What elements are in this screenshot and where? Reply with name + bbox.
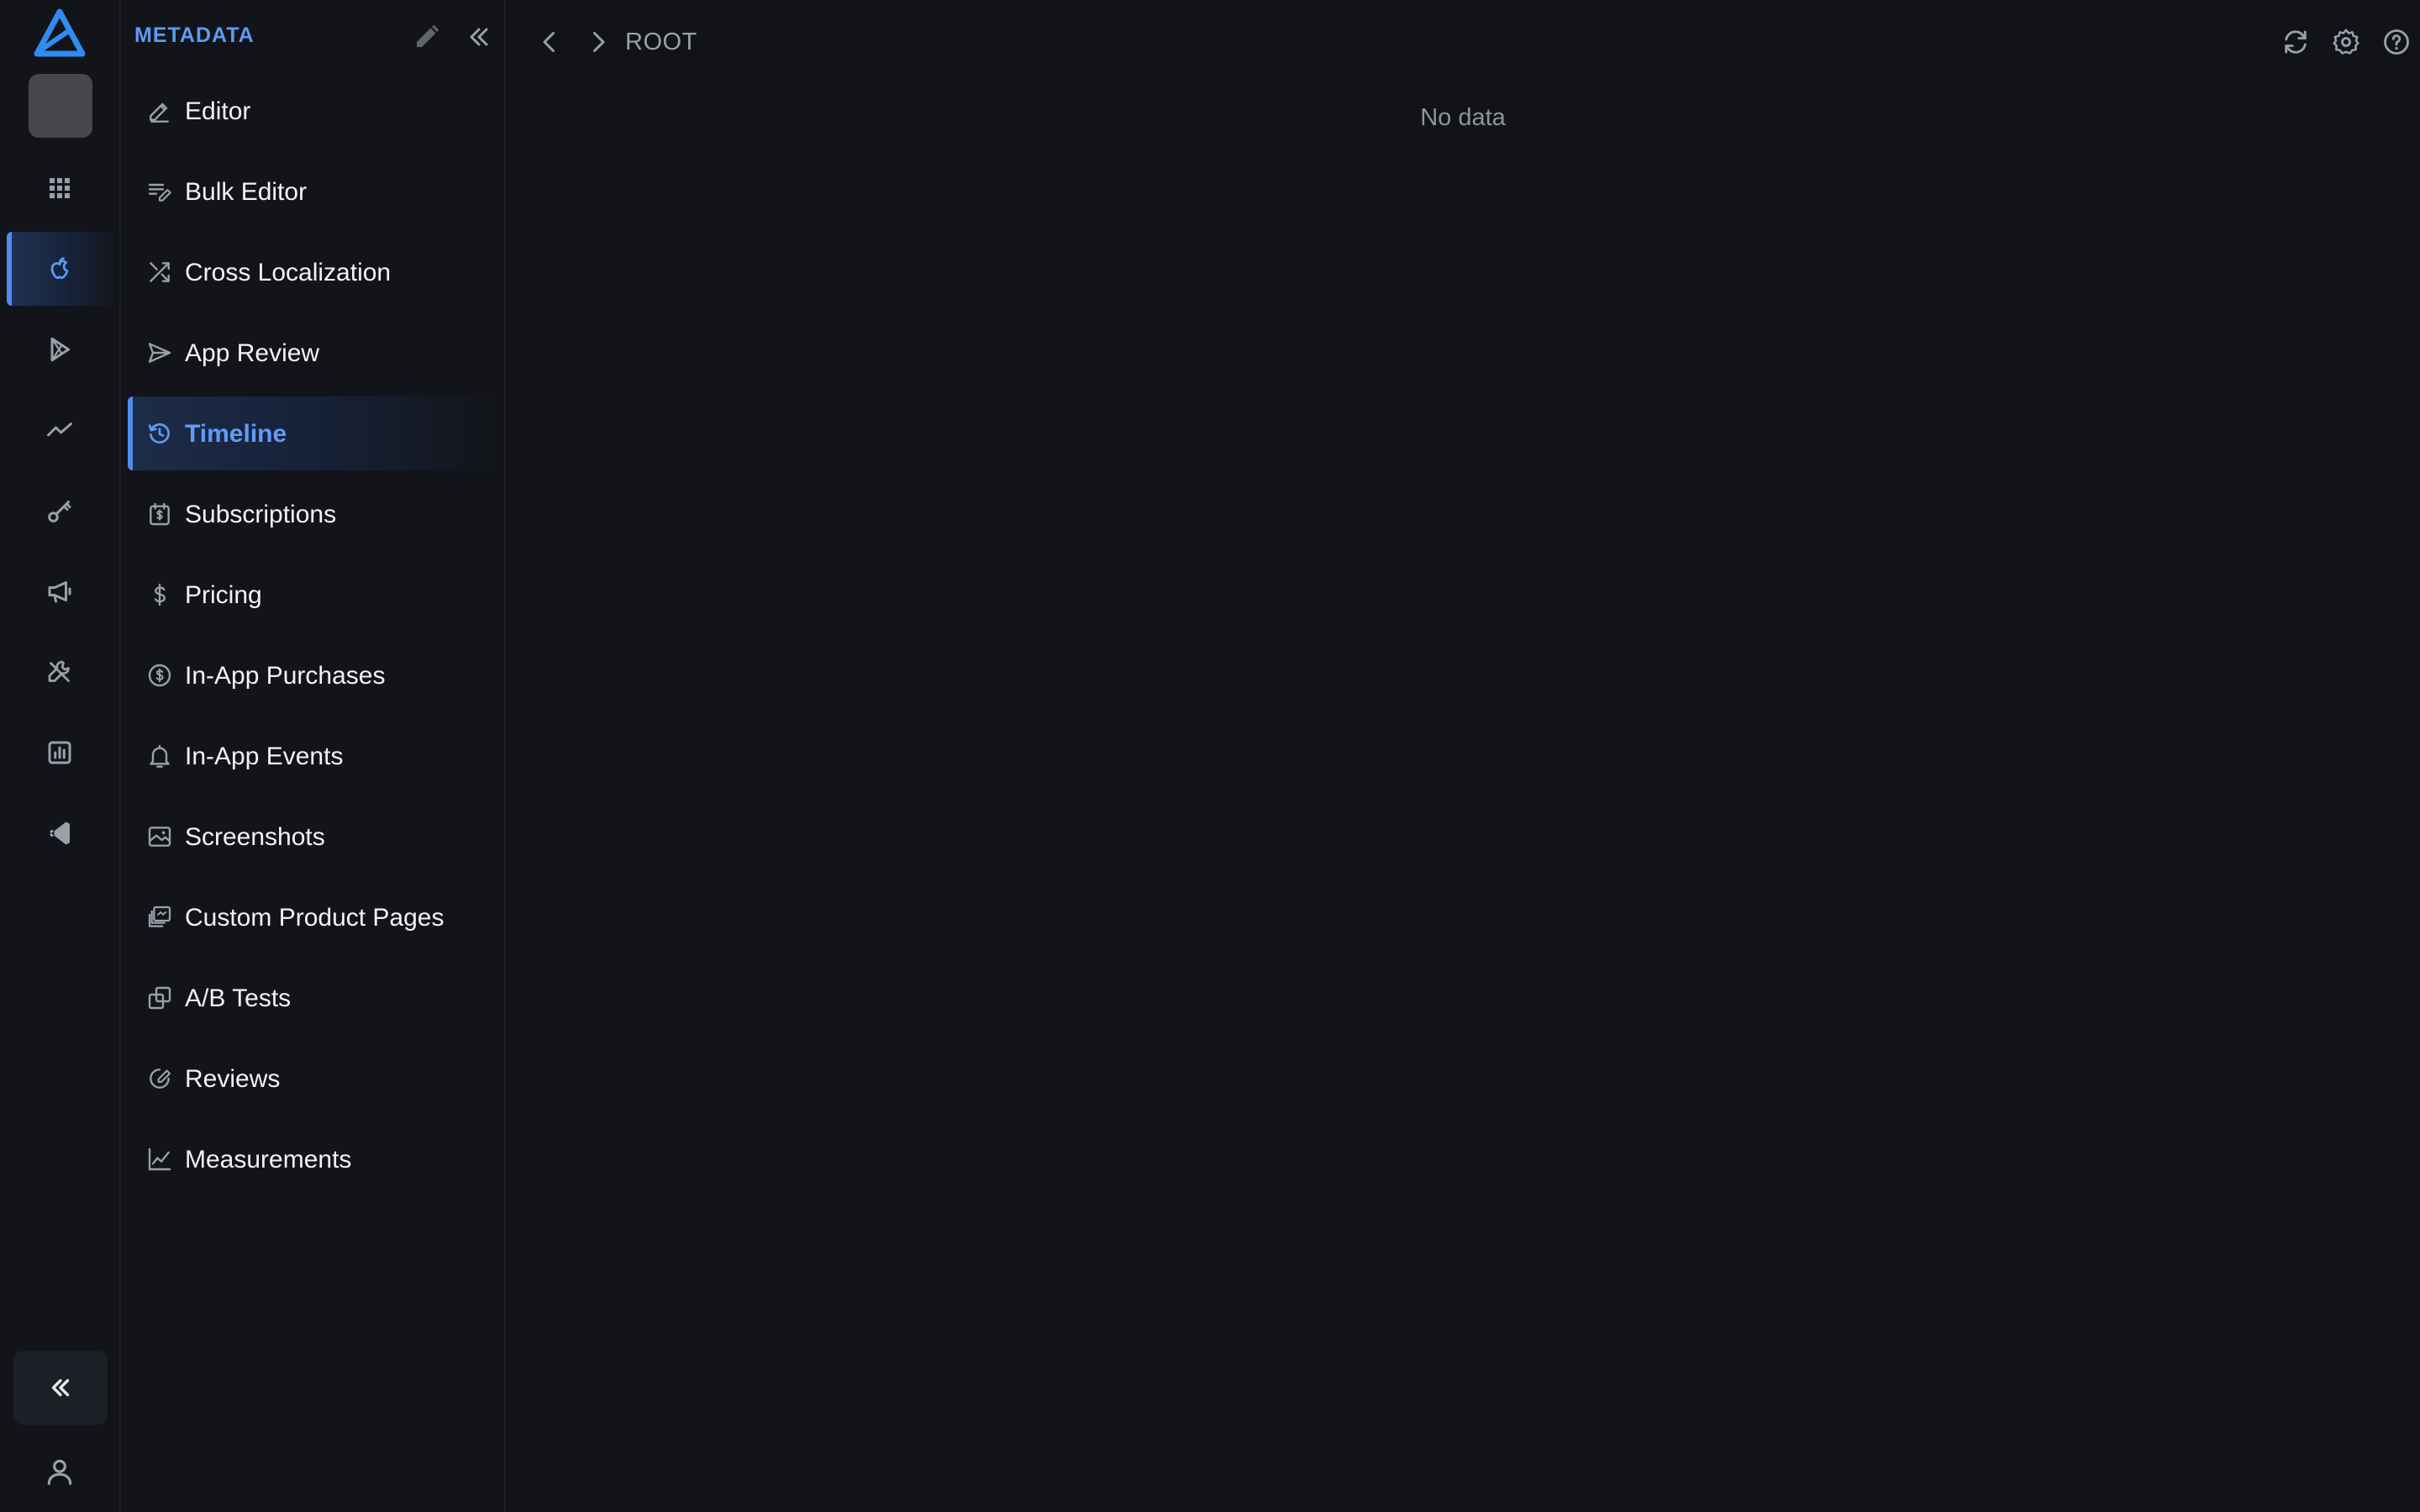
metadata-menu: Editor Bulk Editor Cross Localization Ap… bbox=[128, 74, 504, 1203]
app-rail bbox=[0, 0, 121, 1512]
send-icon bbox=[148, 343, 171, 363]
sidebar-item-label: Editor bbox=[185, 97, 251, 125]
sidebar-item-label: Screenshots bbox=[185, 823, 325, 851]
bell-icon bbox=[150, 744, 170, 768]
play-store-icon bbox=[50, 337, 70, 362]
sidebar-item-cross-localization[interactable]: Cross Localization bbox=[128, 235, 504, 309]
sidebar-item-label: Cross Localization bbox=[185, 259, 392, 286]
apps-grid-icon bbox=[50, 178, 70, 198]
sidebar-item-measurements[interactable]: Measurements bbox=[128, 1122, 504, 1196]
user-account-button[interactable] bbox=[0, 1435, 119, 1509]
chevron-left-icon bbox=[543, 32, 555, 52]
rail-play-store-button[interactable] bbox=[0, 312, 119, 386]
chevron-right-icon bbox=[593, 32, 605, 52]
sidebar-item-bulk-editor[interactable]: Bulk Editor bbox=[128, 155, 504, 228]
apple-icon bbox=[50, 257, 69, 280]
rail-keywords-button[interactable] bbox=[0, 474, 119, 548]
user-icon bbox=[47, 1459, 72, 1485]
help-icon bbox=[2384, 29, 2409, 55]
sidebar-item-label: Measurements bbox=[185, 1146, 352, 1173]
rail-collapse-button[interactable] bbox=[13, 1351, 108, 1425]
sidebar-title: METADATA bbox=[134, 24, 255, 47]
key-icon bbox=[48, 501, 71, 522]
sidebar-item-in-app-events[interactable]: In-App Events bbox=[128, 719, 504, 793]
sidebar-header: METADATA bbox=[121, 0, 504, 72]
refresh-button[interactable] bbox=[2281, 27, 2311, 57]
rail-tools-button[interactable] bbox=[0, 635, 119, 709]
bar-chart-icon bbox=[48, 741, 71, 764]
settings-button[interactable] bbox=[2331, 27, 2361, 57]
sidebar-item-label: Pricing bbox=[185, 581, 262, 609]
megaphone-icon bbox=[48, 581, 71, 603]
image-icon bbox=[148, 827, 171, 847]
coin-icon bbox=[148, 664, 171, 687]
edit-sidebar-button[interactable] bbox=[412, 22, 442, 52]
rail-apps-button[interactable] bbox=[0, 151, 119, 225]
sidebar-item-timeline[interactable]: Timeline bbox=[128, 396, 504, 470]
trend-icon bbox=[47, 423, 72, 437]
sidebar-item-pricing[interactable]: Pricing bbox=[128, 558, 504, 632]
forward-button[interactable] bbox=[583, 27, 613, 57]
sidebar-item-label: A/B Tests bbox=[185, 984, 292, 1012]
pencil-icon bbox=[150, 102, 169, 123]
breadcrumb[interactable]: ROOT bbox=[625, 29, 697, 56]
sidebar-item-label: In-App Purchases bbox=[185, 662, 386, 690]
collapse-sidebar-button[interactable] bbox=[464, 22, 494, 52]
sidebar-item-label: In-App Events bbox=[185, 743, 344, 770]
line-chart-icon bbox=[148, 1147, 171, 1171]
empty-state: No data bbox=[1420, 104, 1506, 131]
sidebar-item-app-review[interactable]: App Review bbox=[128, 316, 504, 390]
chevrons-left-icon bbox=[470, 28, 488, 46]
shuffle-icon bbox=[150, 262, 170, 282]
brand-logo-icon[interactable] bbox=[34, 8, 86, 57]
sidebar-item-subscriptions[interactable]: Subscriptions bbox=[128, 477, 504, 551]
rail-integrations-button[interactable] bbox=[0, 796, 119, 870]
rail-campaigns-button[interactable] bbox=[0, 554, 119, 628]
sidebar-item-in-app-purchases[interactable]: In-App Purchases bbox=[128, 638, 504, 712]
sidebar-item-label: Subscriptions bbox=[185, 501, 337, 528]
refresh-icon bbox=[2285, 30, 2307, 54]
sidebar-item-label: Reviews bbox=[185, 1065, 281, 1093]
dollar-icon bbox=[154, 583, 166, 606]
back-button[interactable] bbox=[534, 27, 565, 57]
sidebar-item-custom-product-pages[interactable]: Custom Product Pages bbox=[128, 880, 504, 954]
subscription-icon bbox=[150, 502, 170, 526]
pencil-icon bbox=[417, 24, 439, 47]
vscode-icon bbox=[50, 822, 70, 845]
help-button[interactable] bbox=[2381, 27, 2412, 57]
gear-icon bbox=[2333, 29, 2360, 55]
history-icon bbox=[148, 423, 170, 444]
app-avatar[interactable] bbox=[29, 74, 92, 138]
sidebar-item-label: Timeline bbox=[185, 420, 287, 448]
tools-icon bbox=[48, 660, 70, 682]
sidebar-item-editor[interactable]: Editor bbox=[128, 74, 504, 148]
rail-app-store-button[interactable] bbox=[7, 232, 119, 306]
rail-trends-button[interactable] bbox=[0, 393, 119, 467]
chevrons-left-icon bbox=[51, 1378, 70, 1397]
bulk-edit-icon bbox=[148, 183, 171, 202]
sidebar-item-ab-tests[interactable]: A/B Tests bbox=[128, 961, 504, 1035]
sidebar-item-label: Custom Product Pages bbox=[185, 904, 445, 932]
metadata-sidebar: METADATA Editor Bulk Editor Cross Locali… bbox=[121, 0, 506, 1512]
sidebar-item-label: App Review bbox=[185, 339, 320, 367]
sidebar-item-screenshots[interactable]: Screenshots bbox=[128, 800, 504, 874]
main-panel: ROOT No data bbox=[506, 0, 2420, 1512]
stack-icon bbox=[148, 906, 171, 927]
ab-copy-icon bbox=[148, 986, 171, 1010]
rail-reports-button[interactable] bbox=[0, 716, 119, 790]
sidebar-item-label: Bulk Editor bbox=[185, 178, 308, 206]
sidebar-item-reviews[interactable]: Reviews bbox=[128, 1042, 504, 1116]
review-icon bbox=[150, 1068, 171, 1089]
